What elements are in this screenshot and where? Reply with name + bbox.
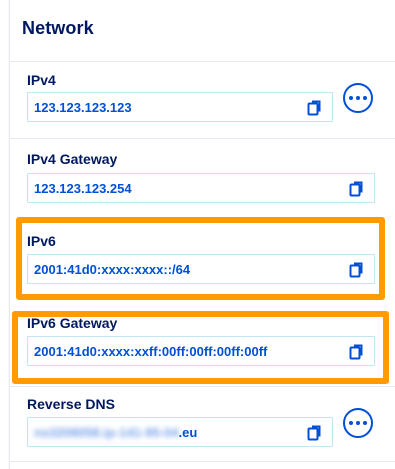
copy-icon[interactable] (348, 180, 366, 198)
copy-icon[interactable] (306, 99, 324, 117)
ipv4-value: 123.123.123.123 (34, 100, 132, 115)
reverse-dns-suffix: .eu (178, 425, 198, 440)
ipv4-label: IPv4 (27, 72, 56, 88)
ellipsis-icon (349, 96, 353, 100)
reverse-dns-value: ns3208058.ip-141-95-04.eu (34, 425, 197, 440)
reverse-dns-label: Reverse DNS (27, 396, 115, 412)
reverse-dns-field: ns3208058.ip-141-95-04.eu (27, 417, 333, 447)
divider (9, 386, 395, 387)
copy-icon[interactable] (306, 424, 324, 442)
divider (9, 138, 395, 139)
reverse-dns-more-button[interactable] (343, 408, 373, 438)
ipv4-gateway-value: 123.123.123.254 (34, 181, 132, 196)
reverse-dns-redacted: ns3208058.ip-141-95-04 (34, 425, 179, 440)
card-title: Network (22, 18, 94, 38)
ipv6-gateway-highlight-box (12, 311, 389, 384)
ellipsis-icon (349, 421, 353, 425)
ipv4-field: 123.123.123.123 (27, 92, 333, 122)
divider (9, 61, 395, 62)
divider (9, 461, 395, 462)
ipv4-gateway-label: IPv4 Gateway (27, 151, 118, 167)
ipv4-more-button[interactable] (343, 83, 373, 113)
ipv6-highlight-box (16, 217, 385, 300)
ipv4-gateway-field: 123.123.123.254 (27, 173, 375, 203)
